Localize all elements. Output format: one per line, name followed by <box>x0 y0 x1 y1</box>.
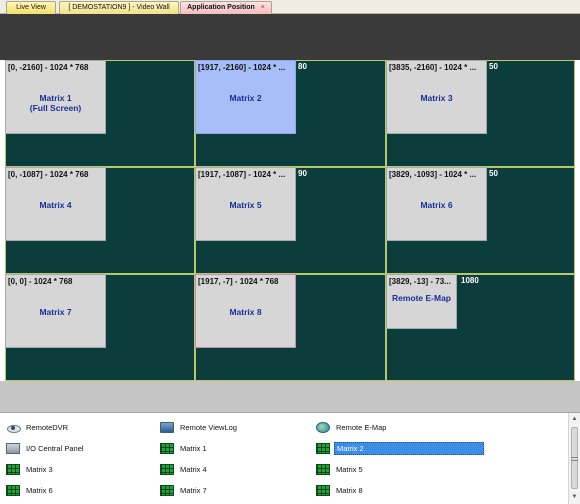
monitor-icon <box>160 421 174 433</box>
cell-edge-label: 50 <box>489 62 498 71</box>
tab-label: [ DEMOSTATION9 ] - Video Wall <box>68 4 170 11</box>
tab-label: Live View <box>16 4 46 11</box>
window-title: Matrix 8 <box>229 307 262 317</box>
wall-window-matrix-4[interactable]: [0, -1087] - 1024 * 768 Matrix 4 <box>5 167 106 241</box>
window-subtitle: (Full Screen) <box>29 103 82 113</box>
list-item-label: Matrix 4 <box>180 464 207 474</box>
list-item-label: I/O Central Panel <box>26 443 84 453</box>
window-coordinates: [1917, -7] - 1024 * 768 <box>198 277 279 286</box>
close-icon[interactable]: × <box>261 4 265 11</box>
window-title: Matrix 3 <box>420 93 453 103</box>
matrix-icon <box>316 463 330 475</box>
list-item-label: Matrix 3 <box>26 464 53 474</box>
window-coordinates: [0, 0] - 1024 * 768 <box>8 277 73 286</box>
eye-icon <box>6 422 21 433</box>
list-item-matrix-7[interactable]: Matrix 7 <box>160 481 209 499</box>
window-coordinates: [3829, -1093] - 1024 * ... <box>389 170 477 179</box>
list-item-remote-e-map[interactable]: Remote E-Map <box>316 418 388 436</box>
wall-window-matrix-3[interactable]: [3835, -2160] - 1024 * ... Matrix 3 <box>386 60 487 134</box>
toolbar-area <box>0 14 580 60</box>
list-item-remotedvr[interactable]: RemoteDVR <box>6 418 70 436</box>
list-item-matrix-4[interactable]: Matrix 4 <box>160 460 209 478</box>
list-item-label: Remote E-Map <box>336 422 387 432</box>
list-item-label: RemoteDVR <box>26 422 69 432</box>
matrix-icon <box>160 442 174 454</box>
list-item-label: Matrix 7 <box>180 485 207 495</box>
cell-edge-label: 80 <box>298 62 307 71</box>
matrix-icon <box>160 484 174 496</box>
window-title: Matrix 5 <box>229 200 262 210</box>
application-list: RemoteDVR Remote ViewLog Remote E-Map I/… <box>0 413 568 504</box>
cell-edge-label: 50 <box>489 169 498 178</box>
wall-window-remote-e-map[interactable]: [3829, -13] - 73... Remote E-Map <box>386 274 457 329</box>
window-coordinates: [3829, -13] - 73... <box>389 277 451 286</box>
list-scrollbar[interactable]: ▲ ▼ <box>568 413 580 504</box>
wall-window-matrix-6[interactable]: [3829, -1093] - 1024 * ... Matrix 6 <box>386 167 487 241</box>
matrix-icon <box>6 484 20 496</box>
matrix-icon <box>160 463 174 475</box>
window-coordinates: [1917, -1087] - 1024 * ... <box>198 170 286 179</box>
video-wall-canvas: 80 50 90 50 1080 [0, -2160] - 1024 * 768… <box>5 60 575 381</box>
list-item-label: Matrix 1 <box>180 443 207 453</box>
window-title: Matrix 4 <box>39 200 72 210</box>
matrix-icon <box>6 463 20 475</box>
matrix-icon <box>316 484 330 496</box>
list-item-matrix-6[interactable]: Matrix 6 <box>6 481 55 499</box>
list-item-label: Matrix 8 <box>336 485 363 495</box>
list-item-matrix-1[interactable]: Matrix 1 <box>160 439 209 457</box>
tab-application-position[interactable]: Application Position × <box>180 1 272 14</box>
tab-bar: Live View [ DEMOSTATION9 ] - Video Wall … <box>0 0 580 14</box>
wall-window-matrix-7[interactable]: [0, 0] - 1024 * 768 Matrix 7 <box>5 274 106 348</box>
window-coordinates: [1917, -2160] - 1024 * ... <box>198 63 286 72</box>
window-title: Matrix 7 <box>39 307 72 317</box>
wall-window-matrix-1[interactable]: [0, -2160] - 1024 * 768 Matrix 1 (Full S… <box>5 60 106 134</box>
window-coordinates: [0, -1087] - 1024 * 768 <box>8 170 89 179</box>
list-item-matrix-8[interactable]: Matrix 8 <box>316 481 365 499</box>
wall-window-matrix-5[interactable]: [1917, -1087] - 1024 * ... Matrix 5 <box>195 167 296 241</box>
list-item-io-central-panel[interactable]: I/O Central Panel <box>6 439 86 457</box>
grip-icon <box>571 457 578 461</box>
window-title: Matrix 2 <box>229 93 262 103</box>
list-item-matrix-5[interactable]: Matrix 5 <box>316 460 365 478</box>
tab-live-view[interactable]: Live View <box>6 1 56 14</box>
panel-icon <box>6 442 20 454</box>
window-title: Matrix 1 <box>39 93 72 103</box>
list-item-matrix-3[interactable]: Matrix 3 <box>6 460 55 478</box>
list-item-label: Matrix 5 <box>336 464 363 474</box>
window-title: Remote E-Map <box>391 293 452 303</box>
wall-window-matrix-2[interactable]: [1917, -2160] - 1024 * ... Matrix 2 <box>195 60 296 134</box>
cell-edge-label: 90 <box>298 169 307 178</box>
list-item-remote-viewlog[interactable]: Remote ViewLog <box>160 418 239 436</box>
tab-label: Application Position <box>187 4 255 11</box>
scroll-up-icon[interactable]: ▲ <box>569 414 580 425</box>
wall-window-matrix-8[interactable]: [1917, -7] - 1024 * 768 Matrix 8 <box>195 274 296 348</box>
tab-video-wall[interactable]: [ DEMOSTATION9 ] - Video Wall <box>59 1 179 14</box>
list-item-label: Matrix 2 <box>334 441 484 455</box>
list-item-label: Remote ViewLog <box>180 422 237 432</box>
scroll-down-icon[interactable]: ▼ <box>569 492 580 503</box>
window-coordinates: [3835, -2160] - 1024 * ... <box>389 63 477 72</box>
window-title-block: Matrix 1 (Full Screen) <box>6 93 105 113</box>
globe-icon <box>316 421 330 433</box>
matrix-icon <box>316 442 330 454</box>
list-item-matrix-2[interactable]: Matrix 2 <box>316 439 484 457</box>
cell-edge-label: 1080 <box>461 276 479 285</box>
window-coordinates: [0, -2160] - 1024 * 768 <box>8 63 89 72</box>
window-title: Matrix 6 <box>420 200 453 210</box>
list-item-label: Matrix 6 <box>26 485 53 495</box>
wall-footer-area <box>0 381 580 413</box>
